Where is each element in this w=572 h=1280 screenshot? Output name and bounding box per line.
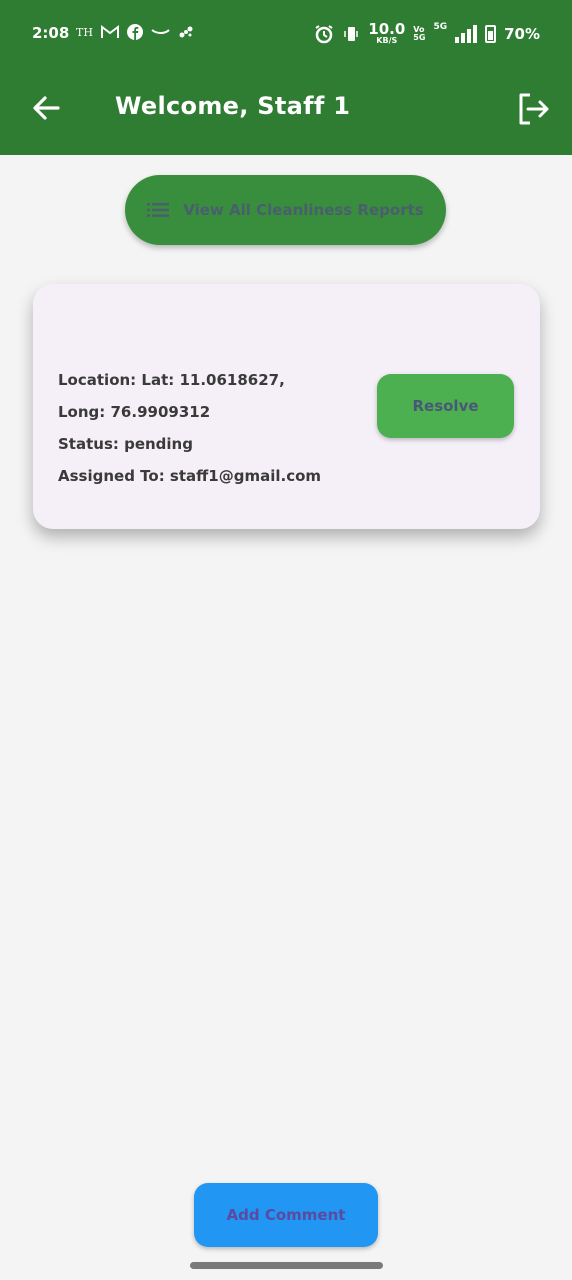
status-bar: 2:08 TH 10.0 KB/S Vo 5G 5G 70% bbox=[0, 0, 572, 66]
app-bar: 2:08 TH 10.0 KB/S Vo 5G 5G 70% Welcome, … bbox=[0, 0, 572, 155]
volte-bottom: 5G bbox=[413, 32, 426, 42]
status-time: 2:08 bbox=[32, 24, 70, 42]
home-indicator[interactable] bbox=[190, 1262, 383, 1269]
add-comment-button[interactable]: Add Comment bbox=[194, 1183, 378, 1247]
system-icons: 10.0 KB/S Vo 5G 5G 70% bbox=[314, 22, 540, 45]
notification-icons: TH bbox=[76, 24, 193, 40]
report-assignee: Assigned To: staff1@gmail.com bbox=[58, 467, 322, 485]
view-reports-label: View All Cleanliness Reports bbox=[183, 201, 424, 219]
battery-percent: 70% bbox=[504, 24, 540, 43]
net-speed-unit: KB/S bbox=[376, 36, 398, 45]
arrow-back-icon bbox=[33, 96, 60, 120]
list-icon bbox=[147, 203, 170, 217]
view-reports-button[interactable]: View All Cleanliness Reports bbox=[125, 175, 446, 245]
volte-indicator: Vo 5G bbox=[413, 25, 426, 42]
report-status: Status: pending bbox=[58, 435, 193, 453]
report-card: Location: Lat: 11.0618627, Long: 76.9909… bbox=[33, 284, 540, 529]
back-button[interactable] bbox=[28, 90, 64, 126]
facebook-icon bbox=[126, 24, 143, 40]
alarm-icon bbox=[315, 24, 333, 43]
page-title: Welcome, Staff 1 bbox=[115, 92, 351, 120]
network-type: 5G bbox=[433, 22, 448, 32]
th-icon: TH bbox=[76, 25, 93, 39]
amazon-icon bbox=[151, 29, 170, 34]
net-speed-value: 10.0 bbox=[368, 20, 406, 38]
fan-icon bbox=[179, 26, 193, 38]
vibrate-icon bbox=[344, 26, 359, 41]
gmail-icon bbox=[100, 25, 119, 38]
resolve-button[interactable]: Resolve bbox=[377, 374, 514, 438]
report-details: Location: Lat: 11.0618627, Long: 76.9909… bbox=[58, 364, 328, 492]
logout-button[interactable] bbox=[514, 90, 552, 128]
logout-icon bbox=[519, 93, 549, 125]
battery-icon bbox=[485, 24, 497, 43]
report-location: Location: Lat: 11.0618627, Long: 76.9909… bbox=[58, 371, 285, 421]
net-speed: 10.0 KB/S bbox=[368, 22, 405, 45]
signal-icon bbox=[455, 24, 478, 43]
